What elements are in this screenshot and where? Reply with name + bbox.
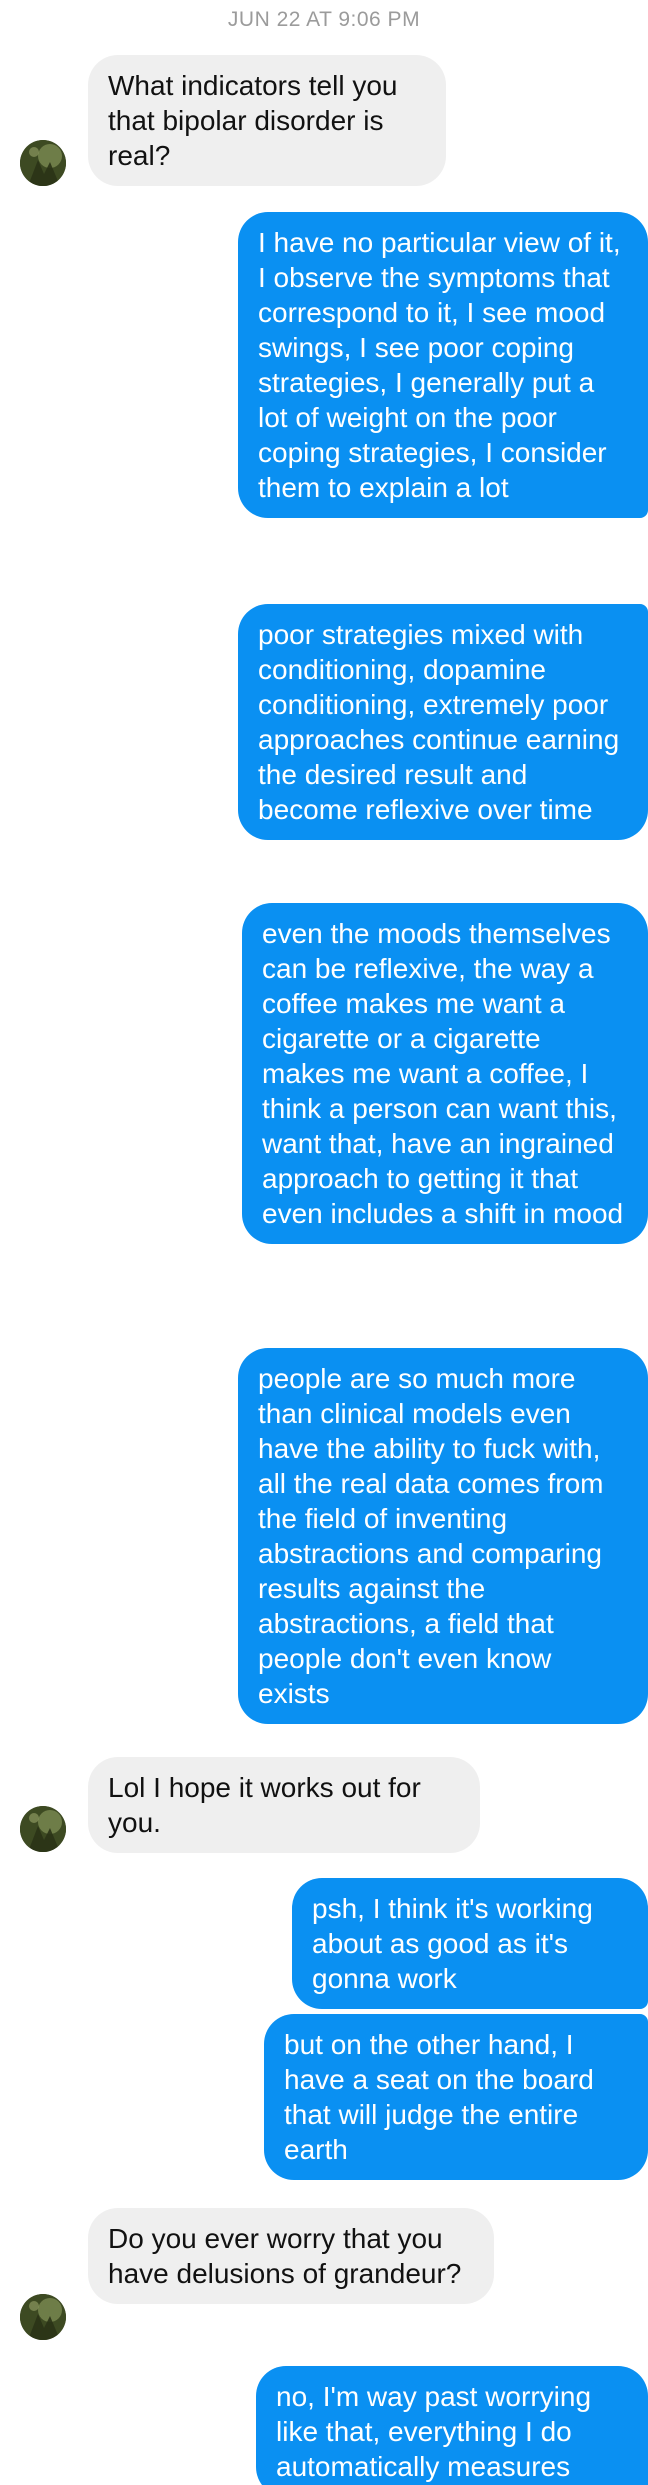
avatar-photo-icon	[20, 2294, 66, 2340]
contact-avatar[interactable]	[20, 140, 66, 186]
message-text: but on the other hand, I have a seat on …	[284, 2029, 594, 2165]
message-text: I have no particular view of it, I obser…	[258, 227, 621, 503]
outgoing-message[interactable]: but on the other hand, I have a seat on …	[264, 2014, 648, 2180]
outgoing-message[interactable]: no, I'm way past worrying like that, eve…	[256, 2366, 648, 2485]
message-text: no, I'm way past worrying like that, eve…	[276, 2381, 592, 2482]
avatar-photo-icon	[20, 1806, 66, 1852]
message-text: What indicators tell you that bipolar di…	[108, 70, 398, 171]
contact-avatar[interactable]	[20, 2294, 66, 2340]
message-text: poor strategies mixed with conditioning,…	[258, 619, 620, 825]
outgoing-message[interactable]: people are so much more than clinical mo…	[238, 1348, 648, 1724]
outgoing-message[interactable]: psh, I think it's working about as good …	[292, 1878, 648, 2009]
contact-avatar[interactable]	[20, 1806, 66, 1852]
message-text: even the moods themselves can be reflexi…	[262, 918, 624, 1229]
outgoing-message[interactable]: poor strategies mixed with conditioning,…	[238, 604, 648, 840]
avatar-photo-icon	[20, 140, 66, 186]
message-text: Lol I hope it works out for you.	[108, 1772, 421, 1838]
message-text: psh, I think it's working about as good …	[312, 1893, 593, 1994]
outgoing-message[interactable]: I have no particular view of it, I obser…	[238, 212, 648, 518]
incoming-message[interactable]: What indicators tell you that bipolar di…	[88, 55, 446, 186]
outgoing-message[interactable]: even the moods themselves can be reflexi…	[242, 903, 648, 1244]
thread-timestamp: JUN 22 AT 9:06 PM	[227, 8, 421, 31]
incoming-message[interactable]: Lol I hope it works out for you.	[88, 1757, 480, 1853]
message-text: Do you ever worry that you have delusion…	[108, 2223, 462, 2289]
message-text: people are so much more than clinical mo…	[258, 1363, 604, 1709]
message-thread[interactable]: JUN 22 AT 9:06 PM What indicators tell y…	[0, 0, 648, 2485]
incoming-message[interactable]: Do you ever worry that you have delusion…	[88, 2208, 494, 2304]
